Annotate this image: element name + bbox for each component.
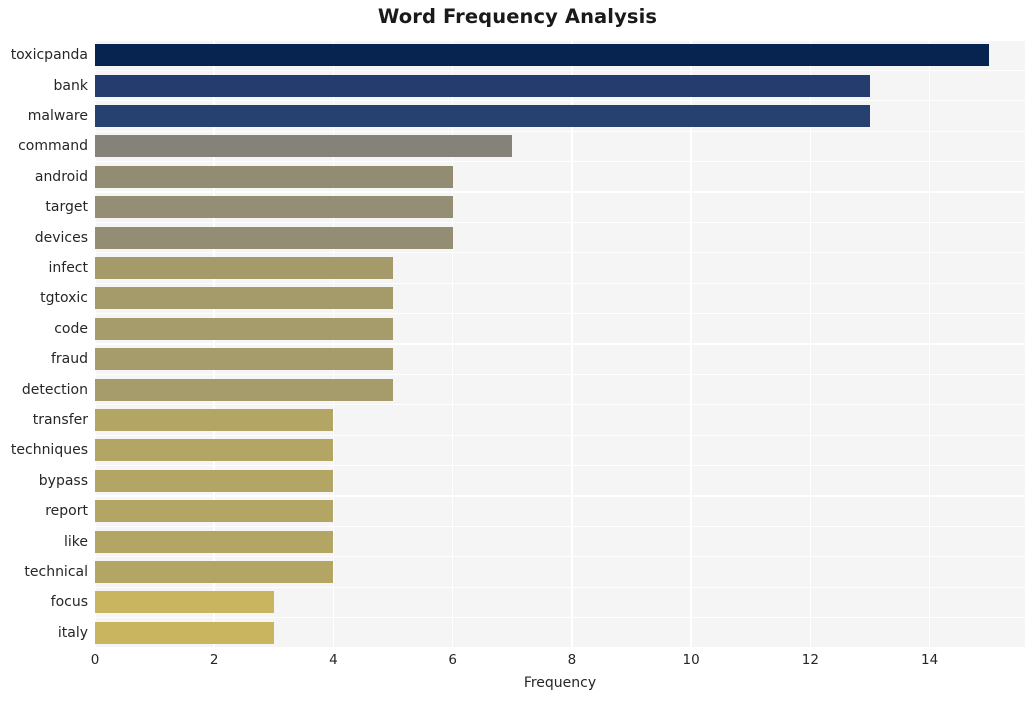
bar [95,196,453,219]
x-axis-tick-label: 0 [90,652,100,668]
y-axis-tick-label: bank [53,77,88,94]
x-axis-tick-labels: 0 2 4 6 8 10 12 14 [91,652,1025,672]
y-axis-tick-label: target [45,199,88,216]
bar [95,621,274,644]
word-frequency-bar-chart: Word Frequency Analysis toxicpanda bank ma… [0,0,1035,701]
x-axis-tick-label: 2 [209,652,219,668]
bar [95,378,394,401]
x-axis-tick-label: 6 [448,652,457,668]
x-axis-tick-label: 8 [567,652,577,668]
bar [95,409,334,431]
bar [95,257,394,279]
y-axis-tick-label: devices [34,229,88,246]
bar [95,530,334,553]
bar [95,348,394,371]
bar [95,561,334,583]
y-axis-tick-label: android [34,168,88,185]
y-axis-tick-label: techniques [10,442,88,459]
y-axis-tick-label: focus [50,594,88,611]
y-axis-tick-label: toxicpanda [10,47,88,64]
y-axis-tick-label: malware [27,108,88,124]
bars-layer [95,40,1025,648]
bar [95,226,453,249]
y-axis-tick-label: fraud [50,351,88,368]
plot-area [94,39,1025,649]
bar [95,287,394,310]
chart-title: Word Frequency Analysis [377,5,658,28]
x-axis-tick-label: 10 [682,652,700,668]
bar [95,44,990,67]
bar [95,165,453,188]
bar [95,500,334,523]
x-axis-tick-label: 14 [921,652,939,668]
bar [95,74,870,97]
x-axis-title: Frequency [523,675,597,691]
y-axis-tick-label: detection [21,381,88,398]
y-axis-tick-label: technical [24,564,88,580]
y-axis-tick-label: italy [57,624,88,641]
y-axis-tick-label: infect [48,260,89,276]
y-axis-tick-label: bypass [38,472,88,489]
y-axis-tick-label: like [63,533,88,550]
y-axis-tick-label: report [45,503,88,520]
x-axis-tick-label: 4 [329,652,338,668]
bar [95,317,394,340]
y-axis-tick-label: transfer [32,412,88,428]
bar [95,135,513,158]
y-axis-tick-label: code [54,320,88,337]
bar [95,439,334,462]
bar [95,591,274,614]
x-axis-tick-label: 12 [801,652,819,668]
y-axis-labels: toxicpanda bank malware command android targe… [0,40,88,648]
bar [95,469,334,492]
bar [95,105,870,127]
y-axis-tick-label: tgtoxic [40,290,88,307]
y-axis-tick-label: command [18,138,88,155]
